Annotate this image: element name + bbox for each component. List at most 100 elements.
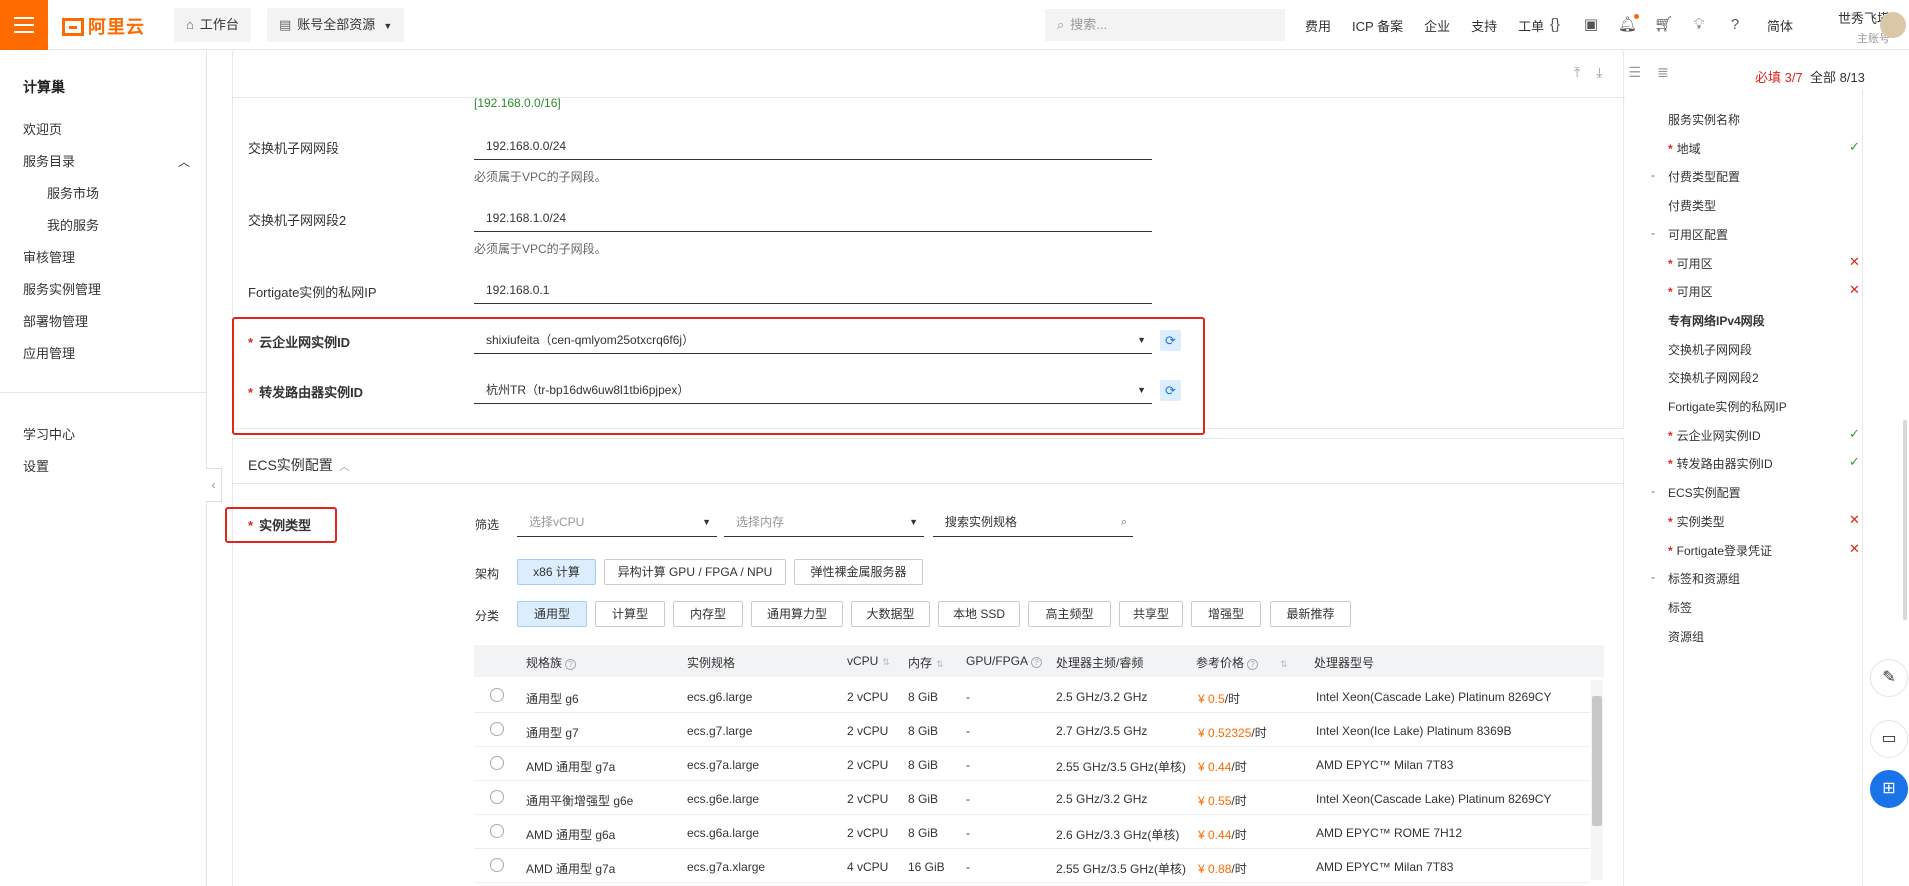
all-count-filter[interactable]: 全部 8/13 xyxy=(1810,67,1865,86)
nav-item[interactable]: * 可用区 xyxy=(1668,255,1713,272)
arch-tag-x86[interactable]: x86 计算 xyxy=(517,559,596,585)
category-tag[interactable]: 高主频型 xyxy=(1028,601,1111,627)
sidebar-item-service-catalog[interactable]: 服务目录 xyxy=(23,151,75,170)
page-scrollbar-thumb[interactable] xyxy=(1903,420,1907,620)
tr-select[interactable]: 杭州TR（tr-bp16dw6uw8l1tbi6pjpex） ▼ xyxy=(474,376,1152,404)
ecs-section-header[interactable]: ECS实例配置 ︿ xyxy=(248,455,350,475)
category-tag[interactable]: 共享型 xyxy=(1119,601,1183,627)
row-radio[interactable] xyxy=(490,858,504,872)
nav-item[interactable]: 付费类型配置 xyxy=(1668,168,1740,185)
nav-item[interactable]: Fortigate实例的私网IP xyxy=(1668,398,1787,415)
sidebar-item-review[interactable]: 审核管理 xyxy=(23,247,75,266)
help-icon[interactable]: ? xyxy=(1031,657,1043,668)
apps-button[interactable]: ⊞ xyxy=(1870,770,1908,808)
sidebar-item-my-services[interactable]: 我的服务 xyxy=(47,215,99,234)
link-icp[interactable]: ICP 备案 xyxy=(1352,16,1403,35)
sidebar-item-marketplace[interactable]: 服务市场 xyxy=(47,183,99,202)
row-radio[interactable] xyxy=(490,688,504,702)
table-row[interactable]: 通用型 g6 ecs.g6.large 2 vCPU 8 GiB - 2.5 GHz/3.… xyxy=(474,679,1590,713)
nav-item[interactable]: 服务实例名称 xyxy=(1668,111,1740,128)
link-support[interactable]: 支持 xyxy=(1471,16,1497,35)
row-radio[interactable] xyxy=(490,824,504,838)
aliyun-logo[interactable]: 阿里云 xyxy=(62,13,145,39)
nav-item[interactable]: 专有网络IPv4网段 xyxy=(1668,312,1765,329)
category-tag[interactable]: 计算型 xyxy=(595,601,665,627)
chevron-up-icon[interactable]: ︿ xyxy=(178,153,190,170)
table-row[interactable]: 通用平衡增强型 g6e ecs.g6e.large 2 vCPU 8 GiB - 2.5 … xyxy=(474,781,1590,815)
help-icon[interactable]: ? xyxy=(565,659,577,670)
link-enterprise[interactable]: 企业 xyxy=(1424,16,1450,35)
vcpu-select[interactable]: 选择vCPU ▼ xyxy=(517,509,717,537)
arch-tag-heterogeneous[interactable]: 异构计算 GPU / FPGA / NPU xyxy=(604,559,786,585)
fortigate-ip-input[interactable]: 192.168.0.1 xyxy=(474,276,1152,304)
link-billing[interactable]: 费用 xyxy=(1305,16,1331,35)
sidebar-item-artifacts[interactable]: 部署物管理 xyxy=(23,311,88,330)
help-icon[interactable]: ? xyxy=(1247,659,1259,670)
nav-item[interactable]: 资源组 xyxy=(1668,628,1704,645)
edit-feedback-button[interactable]: ✎ xyxy=(1870,659,1908,697)
code-icon[interactable]: {} xyxy=(1546,16,1564,34)
switch-subnet2-input[interactable]: 192.168.1.0/24 xyxy=(474,204,1152,232)
avatar[interactable] xyxy=(1880,12,1906,38)
cen-select[interactable]: shixiufeita（cen-qmlyom25otxcrq6f6j） ▼ xyxy=(474,326,1152,354)
table-row[interactable]: 通用型 g7 ecs.g7.large 2 vCPU 8 GiB - 2.7 GHz/3.… xyxy=(474,713,1590,747)
category-tag[interactable]: 通用算力型 xyxy=(751,601,843,627)
spec-search-input[interactable]: 搜索实例规格 ⌕ xyxy=(933,509,1133,537)
category-tag[interactable]: 本地 SSD xyxy=(938,601,1020,627)
category-tag[interactable]: 内存型 xyxy=(673,601,743,627)
required-count-filter[interactable]: 必填 3/7 xyxy=(1755,67,1803,86)
nav-item[interactable]: 交换机子网网段 xyxy=(1668,341,1752,358)
chat-button[interactable]: ▭ xyxy=(1870,720,1908,758)
table-row[interactable]: AMD 通用型 g7a ecs.g7a.large 2 vCPU 8 GiB - 2.55… xyxy=(474,747,1590,781)
sidebar-item-welcome[interactable]: 欢迎页 xyxy=(23,119,62,138)
switch-subnet-input[interactable]: 192.168.0.0/24 xyxy=(474,132,1152,160)
category-tag[interactable]: 通用型 xyxy=(517,601,587,627)
terminal-icon[interactable]: ▣ xyxy=(1582,16,1600,34)
nav-item[interactable]: 标签 xyxy=(1668,599,1692,616)
nav-item[interactable]: * 实例类型 xyxy=(1668,513,1725,530)
nav-item[interactable]: * Fortigate登录凭证 xyxy=(1668,542,1772,559)
sidebar-item-learning[interactable]: 学习中心 xyxy=(23,424,75,443)
row-radio[interactable] xyxy=(490,722,504,736)
category-tag[interactable]: 增强型 xyxy=(1191,601,1261,627)
link-ticket[interactable]: 工单 xyxy=(1518,16,1544,35)
arch-tag-bare-metal[interactable]: 弹性裸金属服务器 xyxy=(794,559,923,585)
collapse-all-icon[interactable]: ☰ xyxy=(1628,64,1641,81)
row-radio[interactable] xyxy=(490,790,504,804)
bell-icon[interactable]: 🔔︎ xyxy=(1618,14,1639,34)
bulb-icon[interactable]: 💡︎ xyxy=(1690,16,1708,34)
nav-item[interactable]: * 云企业网实例ID xyxy=(1668,427,1761,444)
col-price[interactable]: 参考价格? ⇅ xyxy=(1196,654,1288,671)
global-search-input[interactable]: ⌕ 搜索... xyxy=(1045,9,1285,41)
account-resources-dropdown[interactable]: ▤ 账号全部资源 ▼ xyxy=(267,8,405,42)
col-vcpu[interactable]: vCPU ⇅ xyxy=(847,654,890,668)
sidebar-item-settings[interactable]: 设置 xyxy=(23,456,49,475)
col-memory[interactable]: 内存 ⇅ xyxy=(908,654,944,671)
help-icon[interactable]: ? xyxy=(1726,16,1744,34)
nav-item[interactable]: 交换机子网网段2 xyxy=(1668,369,1759,386)
nav-item[interactable]: 标签和资源组 xyxy=(1668,570,1740,587)
table-row[interactable]: AMD 通用型 g6a ecs.g6a.large 2 vCPU 8 GiB - 2.6 … xyxy=(474,815,1590,849)
workbench-button[interactable]: ⌂ 工作台 xyxy=(174,8,251,42)
category-tag[interactable]: 大数据型 xyxy=(851,601,930,627)
row-radio[interactable] xyxy=(490,756,504,770)
table-scrollbar-thumb[interactable] xyxy=(1592,696,1602,826)
menu-button[interactable] xyxy=(0,0,48,50)
nav-item[interactable]: 可用区配置 xyxy=(1668,226,1728,243)
nav-item[interactable]: ECS实例配置 xyxy=(1668,484,1741,501)
sidebar-item-instances[interactable]: 服务实例管理 xyxy=(23,279,101,298)
cart-icon[interactable]: 🛒︎ xyxy=(1654,16,1673,34)
cen-refresh-button[interactable]: ⟳ xyxy=(1160,330,1181,351)
nav-item[interactable]: * 可用区 xyxy=(1668,283,1713,300)
sidebar-collapse-button[interactable]: ‹ xyxy=(206,468,222,502)
nav-item[interactable]: * 转发路由器实例ID xyxy=(1668,455,1773,472)
table-row[interactable]: AMD 通用型 g7a ecs.g7a.xlarge 4 vCPU 16 GiB - 2.… xyxy=(474,849,1590,883)
memory-select[interactable]: 选择内存 ▼ xyxy=(724,509,924,537)
list-view-icon[interactable]: ≣ xyxy=(1657,64,1669,81)
category-tag[interactable]: 最新推荐 xyxy=(1270,601,1351,627)
sidebar-item-apps[interactable]: 应用管理 xyxy=(23,343,75,362)
nav-item[interactable]: * 地域 xyxy=(1668,140,1701,157)
nav-item[interactable]: 付费类型 xyxy=(1668,197,1716,214)
language-switch[interactable]: 简体 xyxy=(1767,16,1793,35)
tr-refresh-button[interactable]: ⟳ xyxy=(1160,380,1181,401)
